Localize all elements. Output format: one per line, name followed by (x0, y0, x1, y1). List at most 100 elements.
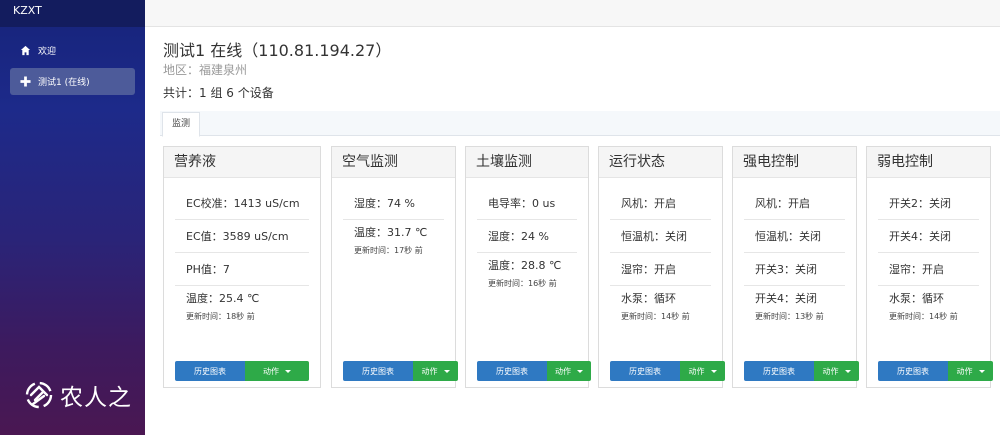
caret-down-icon (710, 369, 717, 373)
card-actions: 历史图表 动作 (343, 361, 458, 381)
tab-strip (160, 111, 1000, 136)
reading-value: 风机：开启 (755, 197, 810, 210)
action-dropdown-button[interactable]: 动作 (547, 361, 591, 381)
reading-row: 湿度：24 % (477, 220, 577, 253)
sidebar-item-device[interactable]: 测试1 (在线) (10, 68, 135, 95)
reading-value: 温度：25.4 ℃ (186, 292, 260, 305)
action-dropdown-button[interactable]: 动作 (245, 361, 309, 381)
reading-row: 湿帘：开启 (610, 253, 711, 286)
reading-row: 水泵：循环更新时间：14秒 前 (878, 286, 979, 326)
reading-row: 恒温机：关闭 (610, 220, 711, 253)
reading-row: EC值：3589 uS/cm (175, 220, 309, 253)
caret-down-icon (285, 369, 291, 373)
action-label: 动作 (956, 366, 973, 376)
reading-value: 湿度：74 % (354, 197, 415, 210)
reading-row: 温度：31.7 ℃ 更新时间：17秒 前 (343, 220, 444, 260)
reading-value: 温度：31.7 ℃ (354, 226, 428, 239)
history-chart-button[interactable]: 历史图表 (477, 361, 547, 381)
action-label: 动作 (822, 366, 839, 376)
reading-value: 恒温机：关闭 (755, 230, 821, 243)
card-title: 强电控制 (733, 147, 856, 178)
updated-time: 更新时间：17秒 前 (354, 246, 423, 255)
watermark-logo-icon (25, 381, 53, 409)
history-chart-button[interactable]: 历史图表 (744, 361, 814, 381)
card-actions: 历史图表 动作 (610, 361, 725, 381)
device-card: 营养液 EC校准：1413 uS/cm EC值：3589 uS/cm PH值：7 温度：… (163, 146, 321, 388)
device-card: 空气监测湿度：74 % 温度：31.7 ℃ 更新时间：17秒 前历史图表 动作 (331, 146, 458, 388)
reading-value: EC值：3589 uS/cm (186, 230, 289, 243)
device-summary: 共计：1 组 6 个设备 (163, 86, 274, 100)
watermark: 农人之 (22, 378, 132, 412)
action-dropdown-button[interactable]: 动作 (814, 361, 859, 381)
reading-value: 恒温机：关闭 (621, 230, 687, 243)
reading-value: 湿帘：开启 (621, 263, 676, 276)
reading-row: 开关3：关闭 (744, 253, 845, 286)
card-body: 湿度：74 % 温度：31.7 ℃ 更新时间：17秒 前 (343, 187, 444, 260)
card-title: 弱电控制 (867, 147, 990, 178)
sidebar: KZXT 欢迎 测试1 (在线) 农人之 (0, 0, 145, 435)
reading-value: 开关4：关闭 (889, 230, 951, 243)
home-icon (18, 44, 32, 58)
caret-down-icon (577, 369, 583, 373)
card-body: 风机：开启恒温机：关闭 开关3：关闭 开关4：关闭更新时间：13秒 前 (744, 187, 845, 326)
device-card: 运行状态风机：开启恒温机：关闭 湿帘：开启水泵：循环更新时间：14秒 前历史图表动… (598, 146, 725, 388)
card-title: 空气监测 (332, 147, 455, 178)
reading-value: 风机：开启 (621, 197, 676, 210)
history-chart-button[interactable]: 历史图表 (878, 361, 948, 381)
watermark-text: 农人之 (60, 385, 132, 411)
reading-row: 开关2：关闭 (878, 187, 979, 220)
action-label: 动作 (263, 366, 279, 376)
tab-monitor[interactable]: 监测 (162, 112, 200, 137)
updated-time: 更新时间：18秒 前 (186, 312, 255, 321)
reading-row: 电导率：0 us (477, 187, 577, 220)
updated-time: 更新时间：13秒 前 (755, 312, 824, 321)
reading-value: 开关2：关闭 (889, 197, 951, 210)
reading-row: 湿度：74 % (343, 187, 444, 220)
reading-row: 温度：25.4 ℃ 更新时间：18秒 前 (175, 286, 309, 326)
caret-down-icon (844, 369, 851, 373)
card-body: EC校准：1413 uS/cm EC值：3589 uS/cm PH值：7 温度：25.… (175, 187, 309, 326)
reading-row: 温度：28.8 ℃ 更新时间：16秒 前 (477, 253, 577, 293)
caret-down-icon (978, 369, 985, 373)
reading-row: 风机：开启 (610, 187, 711, 220)
history-chart-button[interactable]: 历史图表 (610, 361, 680, 381)
updated-time: 更新时间：16秒 前 (488, 279, 557, 288)
history-chart-button[interactable]: 历史图表 (175, 361, 245, 381)
sidebar-item-label: 测试1 (在线) (38, 78, 90, 88)
reading-value: 开关3：关闭 (755, 263, 817, 276)
action-dropdown-button[interactable]: 动作 (413, 361, 458, 381)
card-actions: 历史图表 动作 (878, 361, 993, 381)
action-label: 动作 (688, 366, 705, 376)
card-title: 运行状态 (599, 147, 722, 178)
action-dropdown-button[interactable]: 动作 (680, 361, 725, 381)
reading-value: PH值：7 (186, 263, 230, 276)
reading-row: 风机：开启 (744, 187, 845, 220)
reading-value: 水泵：循环 (889, 292, 944, 305)
card-title: 土壤监测 (466, 147, 588, 178)
card-body: 开关2：关闭 开关4：关闭湿帘：开启水泵：循环更新时间：14秒 前 (878, 187, 979, 326)
updated-time: 更新时间：14秒 前 (621, 312, 690, 321)
reading-row: 恒温机：关闭 (744, 220, 845, 253)
plus-icon (18, 75, 32, 89)
action-dropdown-button[interactable]: 动作 (948, 361, 993, 381)
reading-value: 开关4：关闭 (755, 292, 817, 305)
reading-row: 开关4：关闭更新时间：13秒 前 (744, 286, 845, 326)
page-title: 测试1 在线（110.81.194.27） (163, 41, 392, 60)
reading-value: 水泵：循环 (621, 292, 676, 305)
region-text: 地区：福建泉州 (163, 63, 248, 77)
sidebar-item-welcome[interactable]: 欢迎 (10, 37, 135, 64)
card-actions: 历史图表 动作 (744, 361, 859, 381)
card-actions: 历史图表 动作 (175, 361, 309, 381)
reading-row: 湿帘：开启 (878, 253, 979, 286)
reading-value: EC校准：1413 uS/cm (186, 197, 300, 210)
reading-value: 温度：28.8 ℃ (488, 259, 562, 272)
device-card: 强电控制风机：开启恒温机：关闭 开关3：关闭 开关4：关闭更新时间：13秒 前历史图… (732, 146, 859, 388)
card-actions: 历史图表 动作 (477, 361, 591, 381)
brand-title: KZXT (0, 0, 145, 27)
action-label: 动作 (555, 366, 571, 376)
updated-time: 更新时间：14秒 前 (889, 312, 958, 321)
card-body: 风机：开启恒温机：关闭 湿帘：开启水泵：循环更新时间：14秒 前 (610, 187, 711, 326)
history-chart-button[interactable]: 历史图表 (343, 361, 413, 381)
reading-row: 水泵：循环更新时间：14秒 前 (610, 286, 711, 326)
card-body: 电导率：0 us 湿度：24 % 温度：28.8 ℃ 更新时间：16秒 前 (477, 187, 577, 293)
